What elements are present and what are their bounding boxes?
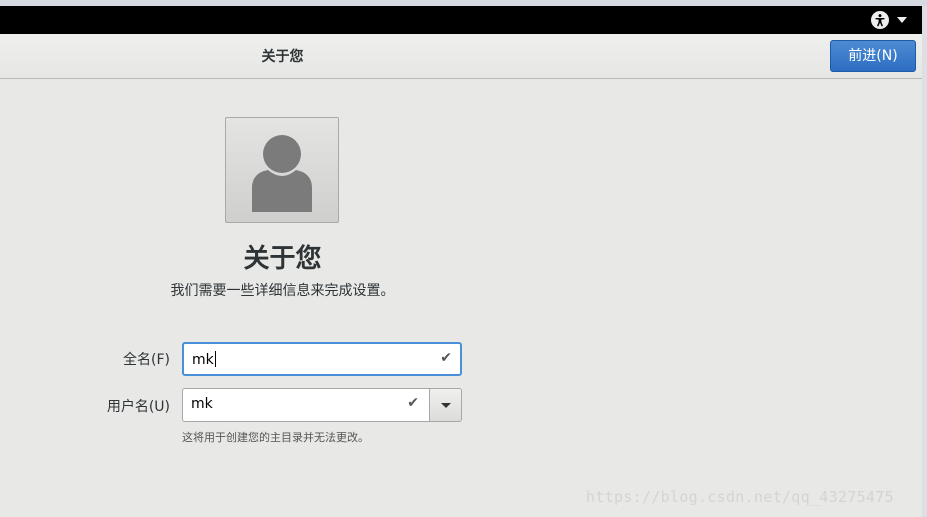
section-title: 关于您	[243, 244, 322, 274]
checkmark-icon: ✔	[440, 350, 452, 366]
window-edge	[922, 6, 927, 517]
initial-setup-window: 关于您 前进(N) 关于您 我们需要一些详细信息来完成设置。 全名(F) mk …	[0, 0, 927, 517]
system-top-bar	[0, 6, 922, 34]
fullname-input[interactable]: mk ✔	[182, 342, 462, 376]
username-dropdown-button[interactable]	[429, 388, 462, 422]
username-value: mk	[191, 396, 213, 412]
fullname-label: 全名(F)	[123, 352, 170, 368]
username-hint: 这将用于创建您的主目录并无法更改。	[182, 431, 369, 444]
text-cursor	[214, 351, 216, 367]
checkmark-icon: ✔	[407, 395, 419, 411]
header-bar: 关于您 前进(N)	[0, 34, 922, 79]
watermark-url: https://blog.csdn.net/qq_43275475	[586, 488, 894, 506]
username-input[interactable]: mk ✔	[182, 388, 429, 422]
system-menu-chevron-down-icon[interactable]	[897, 17, 907, 23]
avatar-button[interactable]	[225, 117, 339, 223]
next-button[interactable]: 前进(N)	[830, 40, 916, 72]
username-label: 用户名(U)	[106, 399, 170, 415]
user-avatar-icon	[252, 135, 312, 212]
section-subtitle: 我们需要一些详细信息来完成设置。	[170, 283, 395, 299]
chevron-down-icon	[441, 403, 451, 408]
fullname-value: mk	[192, 352, 214, 368]
accessibility-icon[interactable]	[871, 11, 889, 29]
page-title: 关于您	[261, 49, 304, 65]
